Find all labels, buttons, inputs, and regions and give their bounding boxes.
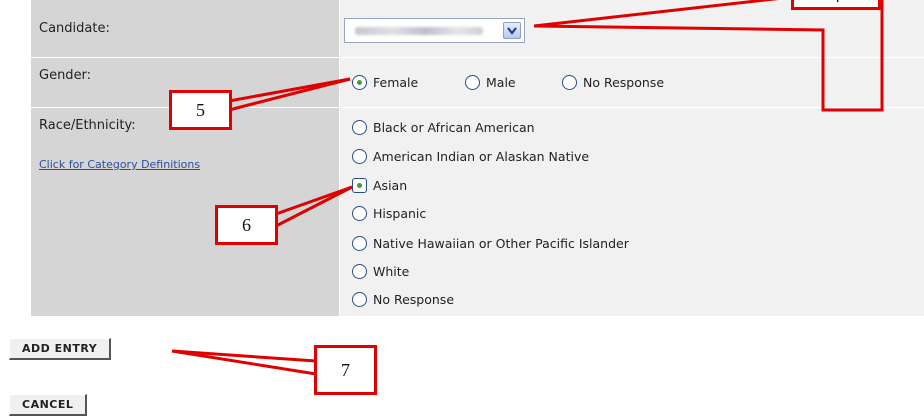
- race-ethnicity-label: Race/Ethnicity:: [39, 118, 136, 133]
- dropdown-button[interactable]: [503, 22, 521, 39]
- radio-icon[interactable]: [352, 149, 367, 164]
- row-divider: [31, 107, 924, 108]
- race-option-label: American Indian or Alaskan Native: [373, 149, 590, 164]
- gender-option-no-response[interactable]: No Response: [562, 75, 664, 90]
- radio-icon[interactable]: [352, 120, 367, 135]
- callout-7-line: [171, 349, 317, 376]
- gender-option-label: Male: [486, 75, 516, 90]
- radio-selected-icon[interactable]: [352, 75, 367, 90]
- candidate-select[interactable]: [344, 18, 525, 43]
- column-divider: [339, 0, 340, 316]
- race-option-black[interactable]: Black or African American: [352, 120, 535, 135]
- radio-icon[interactable]: [465, 75, 480, 90]
- race-option-label: Native Hawaiian or Other Pacific Islande…: [373, 236, 629, 251]
- callout-5: 5: [169, 90, 232, 130]
- cancel-button[interactable]: CANCEL: [9, 394, 88, 416]
- race-option-native-hawaiian[interactable]: Native Hawaiian or Other Pacific Islande…: [352, 236, 629, 251]
- radio-icon[interactable]: [352, 236, 367, 251]
- callout-7-line: [171, 349, 317, 363]
- race-option-white[interactable]: White: [352, 264, 409, 279]
- candidate-label: Candidate:: [39, 21, 110, 36]
- redacted-candidate-name: [355, 27, 483, 35]
- radio-selected-icon[interactable]: [352, 178, 367, 193]
- row-divider: [31, 57, 924, 58]
- race-option-label: Black or African American: [373, 120, 535, 135]
- race-option-no-response[interactable]: No Response: [352, 292, 454, 307]
- race-option-label: Asian: [373, 178, 408, 193]
- radio-icon[interactable]: [352, 206, 367, 221]
- gender-option-male[interactable]: Male: [465, 75, 516, 90]
- race-option-hispanic[interactable]: Hispanic: [352, 206, 426, 221]
- race-option-label: No Response: [373, 292, 455, 307]
- callout-4: 4: [791, 0, 881, 10]
- race-option-label: Hispanic: [373, 206, 427, 221]
- gender-label: Gender:: [39, 68, 92, 83]
- category-definitions-link[interactable]: Click for Category Definitions: [39, 158, 200, 171]
- radio-icon[interactable]: [352, 292, 367, 307]
- race-option-asian[interactable]: Asian: [352, 178, 407, 193]
- race-option-label: White: [373, 264, 410, 279]
- radio-icon[interactable]: [562, 75, 577, 90]
- chevron-down-icon: [507, 27, 517, 35]
- radio-icon[interactable]: [352, 264, 367, 279]
- gender-option-label: No Response: [583, 75, 665, 90]
- callout-6: 6: [215, 205, 278, 245]
- gender-option-label: Female: [373, 75, 419, 90]
- callout-7: 7: [314, 345, 377, 395]
- add-entry-button[interactable]: ADD ENTRY: [9, 338, 112, 360]
- gender-option-female[interactable]: Female: [352, 75, 418, 90]
- race-option-american-indian[interactable]: American Indian or Alaskan Native: [352, 149, 589, 164]
